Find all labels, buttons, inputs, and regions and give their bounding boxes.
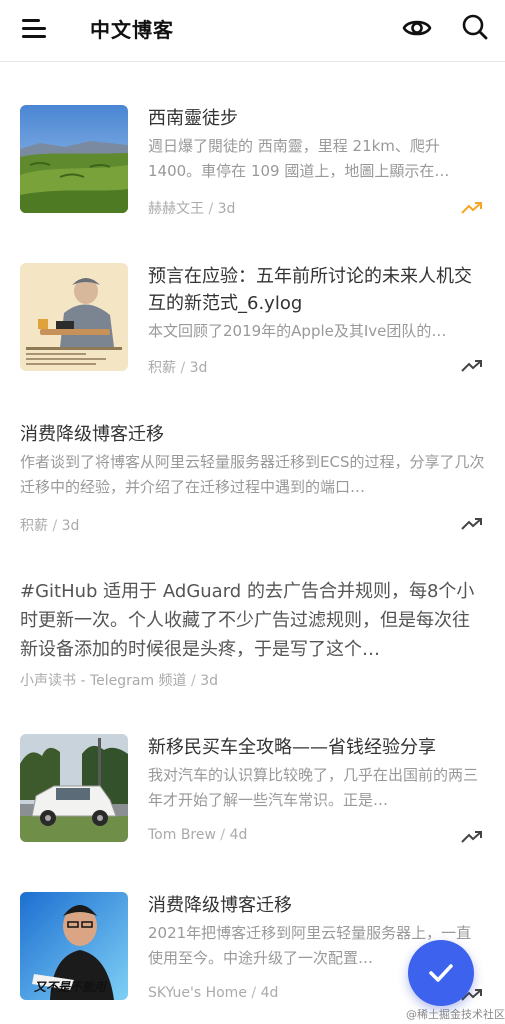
post-meta: SKYue's Home / 4d (148, 985, 279, 1001)
post-age: 3d (61, 518, 80, 534)
image-caption: 又不是不能用 (34, 980, 107, 994)
post-author[interactable]: 积薪 (148, 360, 176, 376)
post-excerpt: 作者谈到了将博客从阿里云轻量服务器迁移到ECS的过程，分享了几次迁移中的经验，并… (20, 453, 485, 496)
trending-up-icon[interactable] (461, 517, 483, 531)
post-excerpt: 週日爆了閱徒的 西南靈，里程 21km、爬升 1400。車停在 109 國道上，… (148, 137, 450, 180)
post-age: 3d (189, 360, 208, 376)
post-age: 3d (217, 201, 236, 217)
post-author[interactable]: 积薪 (20, 518, 48, 534)
post-thumbnail (20, 105, 128, 213)
check-icon (429, 964, 453, 982)
post-author[interactable]: 赫赫文王 (148, 201, 204, 217)
post-age: 4d (229, 827, 248, 843)
post-item[interactable]: 消费降级博客迁移 作者谈到了将博客从阿里云轻量服务器迁移到ECS的过程，分享了几… (20, 421, 485, 534)
post-excerpt: 我对汽车的认识算比较晚了，几乎在出国前的两三年才开始了解一些汽车常识。正是… (148, 766, 479, 809)
post-title[interactable]: #GitHub 适用于 AdGuard 的去广告合并规则，每8个小时更新一次。个… (20, 577, 485, 664)
post-age: 4d (260, 985, 279, 1001)
post-meta: 积薪 / 3d (148, 360, 208, 376)
post-meta: 小声读书 - Telegram 频道 / 3d (20, 673, 218, 689)
post-author[interactable]: SKYue's Home (148, 985, 247, 1001)
watermark: @稀土掘金技术社区 (406, 1008, 505, 1021)
post-feed[interactable]: 西南靈徒步 週日爆了閱徒的 西南靈，里程 21km、爬升 1400。車停在 10… (0, 63, 505, 1024)
trending-up-icon[interactable] (461, 201, 483, 215)
post-thumbnail (20, 734, 128, 842)
post-thumbnail (20, 263, 128, 371)
post-item[interactable]: 西南靈徒步 週日爆了閱徒的 西南靈，里程 21km、爬升 1400。車停在 10… (20, 105, 485, 217)
post-item[interactable]: 预言在应验：五年前所讨论的未来人机交互的新范式_6.ylog 本文回顾了2019… (20, 263, 485, 376)
post-item[interactable]: 新移民买车全攻略——省钱经验分享 我对汽车的认识算比较晚了，几乎在出国前的两三年… (20, 734, 485, 844)
post-title[interactable]: 消费降级博客迁移 (20, 421, 485, 448)
eye-icon[interactable] (402, 14, 432, 42)
post-meta: 赫赫文王 / 3d (148, 201, 236, 217)
post-item[interactable]: #GitHub 适用于 AdGuard 的去广告合并规则，每8个小时更新一次。个… (20, 577, 485, 689)
post-title[interactable]: 西南靈徒步 (148, 105, 485, 132)
search-icon[interactable] (461, 13, 489, 41)
post-author[interactable]: 小声读书 - Telegram 频道 (20, 673, 187, 689)
app-title: 中文博客 (90, 18, 174, 42)
post-title[interactable]: 消费降级博客迁移 (148, 892, 485, 919)
app-bar: 中文博客 (0, 0, 505, 62)
post-title[interactable]: 新移民买车全攻略——省钱经验分享 (148, 734, 485, 761)
menu-icon[interactable] (22, 17, 48, 39)
post-author[interactable]: Tom Brew (148, 827, 216, 843)
mark-read-fab[interactable] (408, 940, 474, 1006)
post-title[interactable]: 预言在应验：五年前所讨论的未来人机交互的新范式_6.ylog (148, 263, 485, 317)
post-meta: Tom Brew / 4d (148, 827, 248, 843)
post-excerpt: 本文回顾了2019年的Apple及其Ive团队的… (148, 322, 447, 340)
post-thumbnail: 又不是不能用 (20, 892, 128, 1000)
trending-up-icon[interactable] (461, 359, 483, 373)
trending-up-icon[interactable] (461, 830, 483, 844)
post-age: 3d (200, 673, 218, 689)
post-meta: 积薪 / 3d (20, 518, 80, 534)
